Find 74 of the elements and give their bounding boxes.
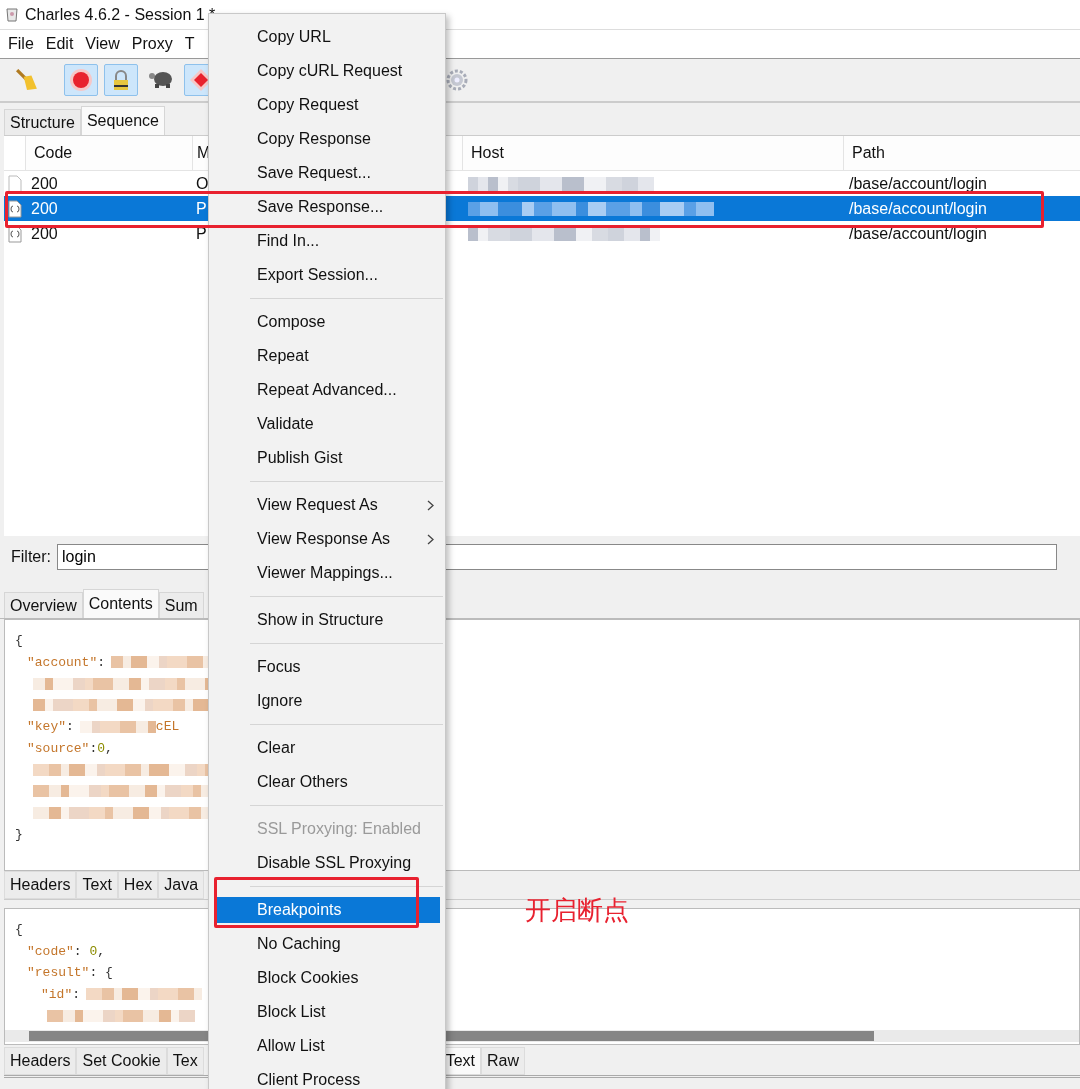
- document-icon: [7, 174, 22, 193]
- chevron-right-icon: [427, 533, 434, 545]
- viewer-tab[interactable]: Java: [158, 871, 205, 899]
- detail-tab[interactable]: Contents: [82, 589, 159, 618]
- menu-item[interactable]: View: [85, 35, 120, 53]
- annotation-text: 开启断点: [525, 894, 629, 927]
- lock-icon: [113, 70, 129, 90]
- chevron-right-icon: [427, 499, 434, 511]
- viewer-tab[interactable]: Set Cookie: [76, 1047, 167, 1075]
- menu-item[interactable]: Clear Others: [216, 770, 440, 794]
- menu-item[interactable]: Export Session...: [216, 263, 440, 287]
- menu-item[interactable]: File: [8, 35, 34, 53]
- detail-tab[interactable]: Overview: [4, 592, 83, 618]
- menu-item[interactable]: T: [184, 35, 195, 53]
- code-text: "result": {: [27, 965, 113, 981]
- filter-label: Filter:: [11, 548, 51, 566]
- menu-item[interactable]: Compose: [216, 310, 440, 334]
- code-text: "id":: [41, 986, 81, 1002]
- menu-item[interactable]: Find In...: [216, 229, 440, 253]
- table-cell: P: [196, 200, 207, 217]
- table-cell: O: [196, 175, 209, 192]
- viewer-tab[interactable]: Raw: [481, 1047, 525, 1075]
- menu-item[interactable]: Repeat Advanced...: [216, 378, 440, 402]
- code-text: {: [15, 633, 23, 649]
- menu-item[interactable]: Block List: [216, 1000, 440, 1024]
- turtle-icon: [149, 71, 173, 89]
- viewer-tab[interactable]: Headers: [4, 871, 77, 899]
- menu-item[interactable]: Validate: [216, 412, 440, 436]
- menu-item[interactable]: Clear: [216, 736, 440, 760]
- viewer-tab[interactable]: Hex: [117, 871, 159, 899]
- detail-tab[interactable]: Sum: [158, 592, 204, 618]
- lock-button[interactable]: [104, 64, 138, 96]
- menu-item[interactable]: Client Process: [216, 1068, 440, 1089]
- code-text: cEL: [155, 719, 180, 735]
- menu-item[interactable]: View Request As: [216, 493, 440, 517]
- code-text: "source":0,: [27, 740, 113, 756]
- viewer-tab[interactable]: Tex: [166, 1047, 204, 1075]
- menu-item[interactable]: Allow List: [216, 1034, 440, 1058]
- code-text: "account":: [27, 654, 106, 670]
- record-button[interactable]: [64, 64, 98, 96]
- table-cell-text: /base/account/login: [848, 198, 988, 219]
- menu-item[interactable]: Copy Request: [216, 93, 440, 117]
- broom-icon: [16, 69, 38, 91]
- table-cell-text: /base/account/login: [848, 223, 988, 244]
- menu-item[interactable]: Ignore: [216, 689, 440, 713]
- menu-item[interactable]: No Caching: [216, 932, 440, 956]
- menu-item[interactable]: Save Request...: [216, 161, 440, 185]
- code-text: "key":: [27, 719, 74, 735]
- menu-item[interactable]: Block Cookies: [216, 966, 440, 990]
- menu-item[interactable]: Focus: [216, 655, 440, 679]
- menu-item[interactable]: Copy Response: [216, 127, 440, 151]
- menu-item[interactable]: Disable SSL Proxying: [216, 851, 440, 875]
- code-text: }: [15, 826, 23, 842]
- code-text: "code": 0,: [27, 943, 106, 959]
- menu-item[interactable]: Copy cURL Request: [216, 59, 440, 83]
- view-tab[interactable]: Sequence: [80, 106, 165, 135]
- menu-item[interactable]: Copy URL: [216, 25, 440, 49]
- menu-item[interactable]: Edit: [45, 35, 74, 53]
- table-cell-text: 200: [30, 198, 59, 219]
- viewer-tab[interactable]: Text: [76, 871, 118, 899]
- table-cell-text: 200: [30, 173, 59, 194]
- menu-item[interactable]: Breakpoints: [216, 897, 440, 923]
- menu-item[interactable]: Show in Structure: [216, 608, 440, 632]
- viewer-tab[interactable]: Headers: [4, 1047, 77, 1075]
- json-file-icon: [7, 199, 22, 218]
- menu-item[interactable]: Proxy: [131, 35, 173, 53]
- record-icon: [69, 68, 93, 92]
- code-text: {: [15, 922, 23, 938]
- app-icon: [5, 6, 19, 23]
- table-cell-text: /base/account/login: [848, 173, 988, 194]
- menu-item[interactable]: Publish Gist: [216, 446, 440, 470]
- menu-item[interactable]: Repeat: [216, 344, 440, 368]
- view-tab[interactable]: Structure: [4, 109, 81, 135]
- menu-item[interactable]: Save Response...: [216, 195, 440, 219]
